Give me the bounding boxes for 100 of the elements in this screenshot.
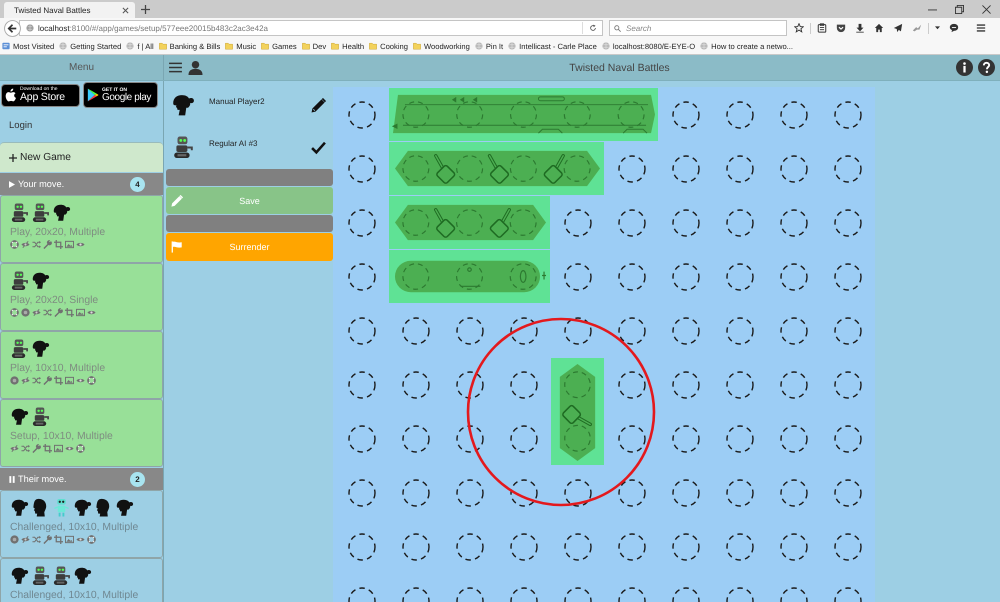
dashed-circle-icon[interactable] [780, 209, 808, 237]
dashed-circle-icon[interactable] [618, 479, 646, 507]
dashed-circle-icon[interactable] [672, 533, 700, 561]
dashed-circle-icon[interactable] [348, 533, 376, 561]
dashed-circle-icon[interactable] [564, 263, 592, 291]
search-field[interactable]: Search [609, 20, 787, 36]
dashed-circle-icon[interactable] [510, 425, 538, 453]
pencil-icon[interactable] [311, 98, 326, 112]
dashed-circle-icon[interactable] [726, 479, 754, 507]
dashed-circle-icon[interactable] [780, 317, 808, 345]
dashed-circle-icon[interactable] [564, 317, 592, 345]
chat-icon[interactable] [949, 23, 959, 33]
dashed-circle-icon[interactable] [834, 479, 862, 507]
menu-icon[interactable] [169, 62, 182, 73]
dashed-circle-icon[interactable] [834, 371, 862, 399]
plus-icon[interactable] [141, 5, 150, 14]
info-icon[interactable] [956, 59, 973, 76]
dashed-circle-icon[interactable] [510, 317, 538, 345]
dashed-circle-icon[interactable] [456, 533, 484, 561]
dashed-circle-icon[interactable] [672, 317, 700, 345]
dashed-circle-icon[interactable] [672, 371, 700, 399]
dashed-circle-icon[interactable] [348, 263, 376, 291]
ship-drawing[interactable] [551, 358, 604, 465]
star-icon[interactable] [794, 23, 804, 33]
dashed-circle-icon[interactable] [348, 317, 376, 345]
dashed-circle-icon[interactable] [402, 317, 430, 345]
reload-icon[interactable] [589, 24, 597, 32]
dashed-circle-icon[interactable] [780, 533, 808, 561]
dashed-circle-icon[interactable] [726, 209, 754, 237]
dashed-circle-icon[interactable] [780, 425, 808, 453]
dashed-circle-icon[interactable] [510, 371, 538, 399]
dashed-circle-icon[interactable] [402, 479, 430, 507]
dashed-circle-icon[interactable] [672, 479, 700, 507]
dashed-circle-icon[interactable] [402, 371, 430, 399]
login-link[interactable]: Login [9, 120, 32, 130]
dashed-circle-icon[interactable] [456, 425, 484, 453]
dashed-circle-icon[interactable] [456, 479, 484, 507]
dashed-circle-icon[interactable] [834, 317, 862, 345]
dashed-circle-icon[interactable] [672, 155, 700, 183]
close-icon[interactable] [982, 4, 991, 14]
dashed-circle-icon[interactable] [672, 425, 700, 453]
dashed-circle-icon[interactable] [726, 425, 754, 453]
dashed-circle-icon[interactable] [348, 371, 376, 399]
zigzag-icon[interactable] [912, 23, 922, 33]
person-icon[interactable] [188, 60, 203, 75]
dashed-circle-icon[interactable] [564, 209, 592, 237]
new-game-button[interactable]: New Game [0, 142, 163, 172]
dashed-circle-icon[interactable] [834, 263, 862, 291]
dashed-circle-icon[interactable] [834, 155, 862, 183]
dashed-circle-icon[interactable] [780, 155, 808, 183]
dashed-circle-icon[interactable] [834, 101, 862, 129]
restore-icon[interactable] [955, 4, 964, 14]
dashed-circle-icon[interactable] [726, 371, 754, 399]
dashed-circle-icon[interactable] [564, 533, 592, 561]
dashed-circle-icon[interactable] [672, 263, 700, 291]
dashed-circle-icon[interactable] [780, 371, 808, 399]
dashed-circle-icon[interactable] [834, 425, 862, 453]
menu-icon[interactable] [976, 23, 986, 33]
dashed-circle-icon[interactable] [402, 533, 430, 561]
shield-icon[interactable] [836, 23, 846, 33]
dashed-circle-icon[interactable] [402, 425, 430, 453]
caret-icon[interactable] [935, 26, 940, 30]
close-icon[interactable] [122, 6, 129, 14]
dashed-circle-icon[interactable] [456, 317, 484, 345]
ship-drawing[interactable] [389, 142, 604, 195]
dashed-circle-icon[interactable] [618, 425, 646, 453]
dashed-circle-icon[interactable] [726, 155, 754, 183]
home-icon[interactable] [874, 23, 884, 33]
dashed-circle-icon[interactable] [672, 101, 700, 129]
dashed-circle-icon[interactable] [564, 479, 592, 507]
dashed-circle-icon[interactable] [726, 263, 754, 291]
dashed-circle-icon[interactable] [348, 209, 376, 237]
dashed-circle-icon[interactable] [348, 101, 376, 129]
dashed-circle-icon[interactable] [780, 479, 808, 507]
dashed-circle-icon[interactable] [348, 425, 376, 453]
browser-tab[interactable]: Twisted Naval Battles [4, 2, 135, 18]
dashed-circle-icon[interactable] [456, 371, 484, 399]
dashed-circle-icon[interactable] [726, 101, 754, 129]
dashed-circle-icon[interactable] [834, 209, 862, 237]
dashed-circle-icon[interactable] [618, 533, 646, 561]
ship-drawing[interactable] [389, 250, 550, 303]
ship-drawing[interactable] [389, 88, 658, 141]
ship-drawing[interactable] [389, 196, 550, 249]
dashed-circle-icon[interactable] [348, 155, 376, 183]
paper-plane-icon[interactable] [893, 23, 903, 33]
dashed-circle-icon[interactable] [780, 263, 808, 291]
dashed-circle-icon[interactable] [618, 155, 646, 183]
dashed-circle-icon[interactable] [672, 209, 700, 237]
dashed-circle-icon[interactable] [618, 371, 646, 399]
dashed-circle-icon[interactable] [726, 317, 754, 345]
dashed-circle-icon[interactable] [780, 101, 808, 129]
dashed-circle-icon[interactable] [510, 479, 538, 507]
clipboard-icon[interactable] [817, 23, 827, 33]
dashed-circle-icon[interactable] [726, 533, 754, 561]
dashed-circle-icon[interactable] [510, 533, 538, 561]
dashed-circle-icon[interactable] [618, 263, 646, 291]
help-icon[interactable] [978, 59, 995, 76]
address-field[interactable]: localhost:8100/#/app/games/setup/577eee20015b483c2ac3e42a [19, 20, 603, 36]
dashed-circle-icon[interactable] [834, 533, 862, 561]
dashed-circle-icon[interactable] [618, 209, 646, 237]
